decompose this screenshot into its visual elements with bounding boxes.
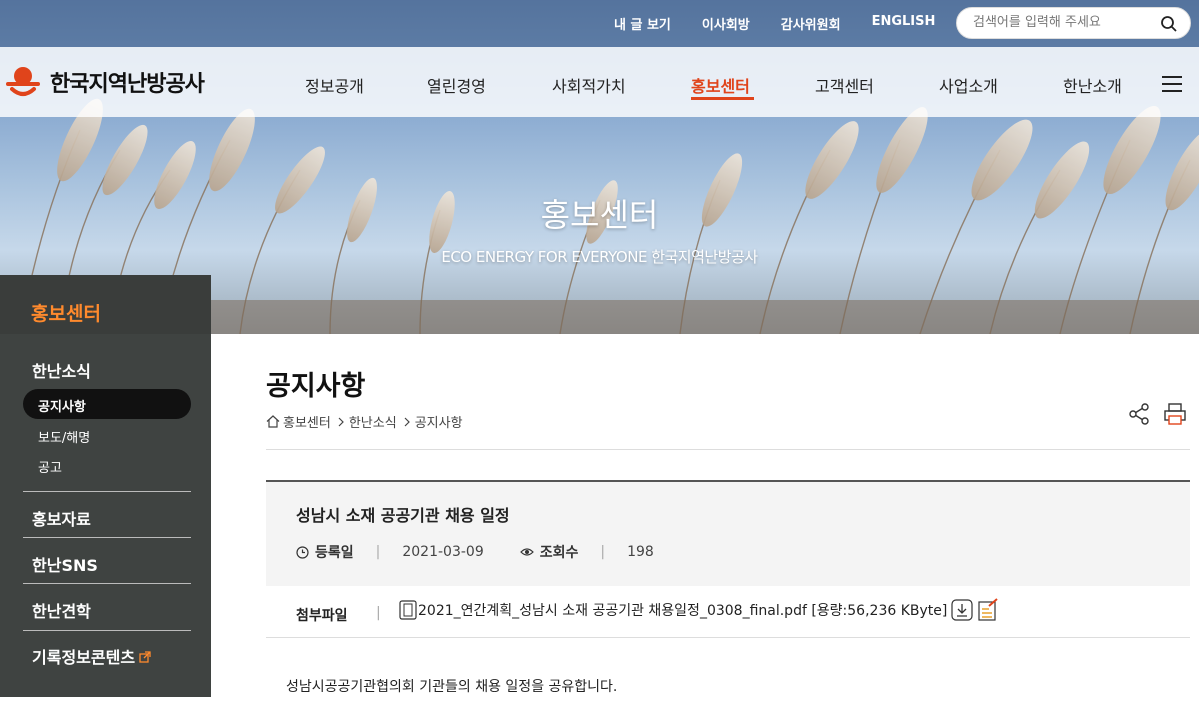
attachment-row: 첨부파일 | 2021_연간계획_성남시 소재 공공기관 채용일정_0308_f…	[266, 586, 1190, 638]
attach-separator: |	[376, 605, 381, 621]
gnb-item-info-disclosure[interactable]: 정보공개	[305, 73, 364, 97]
global-navigation: 한국지역난방공사 정보공개 열린경영 사회적가치 홍보센터 고객센터 사업소개 …	[0, 47, 1199, 117]
gnb-item-about[interactable]: 한난소개	[1063, 73, 1122, 97]
breadcrumb-item[interactable]: 홍보센터	[283, 412, 331, 431]
clock-icon	[296, 545, 309, 559]
post-views: 198	[627, 544, 654, 560]
hamburger-menu-icon[interactable]	[1162, 76, 1182, 92]
page-title: 공지사항	[266, 371, 366, 402]
print-icon[interactable]	[1163, 402, 1187, 426]
hero-title: 홍보센터	[540, 196, 659, 234]
left-navigation: 홍보센터 한난소식 공지사항 보도/해명 공고 홍보자료 한난SNS 한난견학 …	[0, 275, 211, 697]
kdhc-logo-icon	[6, 67, 40, 96]
divider	[266, 449, 1190, 450]
document-icon	[399, 600, 417, 620]
preview-icon[interactable]	[977, 598, 999, 622]
utility-link-my-posts[interactable]: 내 글 보기	[614, 14, 671, 33]
gnb-item-business[interactable]: 사업소개	[939, 73, 998, 97]
attachment-filename[interactable]: 2021_연간계획_성남시 소재 공공기관 채용일정_0308_final.pd…	[418, 600, 947, 620]
utility-link-audit-committee[interactable]: 감사위원회	[781, 14, 841, 33]
gnb-active-underline	[691, 97, 754, 100]
eye-icon	[519, 548, 534, 556]
meta-separator: |	[600, 544, 606, 560]
breadcrumb-item[interactable]: 한난소식	[349, 412, 397, 431]
search-icon[interactable]	[1160, 15, 1178, 33]
share-icon[interactable]	[1127, 402, 1151, 426]
post-meta: 등록일 | 2021-03-09 조회수 | 198	[296, 542, 654, 562]
meta-separator: |	[375, 544, 381, 560]
lnb-section-tour[interactable]: 한난견학	[32, 598, 91, 622]
post-date: 2021-03-09	[402, 544, 484, 560]
lnb-header: 홍보센터	[0, 275, 211, 334]
lnb-section-sns[interactable]: 한난SNS	[32, 552, 98, 576]
logo-text: 한국지역난방공사	[50, 72, 205, 97]
gnb-item-open-management[interactable]: 열린경영	[427, 73, 486, 97]
breadcrumb-item[interactable]: 공지사항	[415, 412, 463, 431]
post-body: 성남시공공기관협의회 기관들의 채용 일정을 공유합니다.	[286, 679, 618, 695]
lnb-section-archive[interactable]: 기록정보콘텐츠	[32, 644, 151, 668]
main-content: 공지사항 홍보센터 한난소식 공지사항 성남시 소재 공공기관 채용 일정 등록…	[211, 334, 1199, 714]
lnb-section-news[interactable]: 한난소식	[32, 358, 91, 382]
attachment-file: 2021_연간계획_성남시 소재 공공기관 채용일정_0308_final.pd…	[398, 598, 999, 622]
post-title: 성남시 소재 공공기관 채용 일정	[296, 506, 510, 525]
lnb-section-archive-label: 기록정보콘텐츠	[32, 648, 136, 667]
views-label: 조회수	[539, 545, 579, 561]
chevron-right-icon	[404, 417, 410, 426]
search-input[interactable]	[973, 15, 1153, 30]
date-label: 등록일	[315, 545, 354, 561]
lnb-section-pr-materials[interactable]: 홍보자료	[32, 506, 91, 530]
lnb-divider	[23, 630, 191, 631]
lnb-item-press[interactable]: 보도/해명	[23, 420, 191, 450]
utility-link-board-room[interactable]: 이사회방	[702, 14, 750, 33]
utility-links: 내 글 보기 이사회방 감사위원회 ENGLISH	[614, 14, 966, 33]
gnb-item-pr-center[interactable]: 홍보센터	[691, 73, 750, 97]
post-header: 성남시 소재 공공기관 채용 일정 등록일 | 2021-03-09 조회수 |…	[266, 480, 1190, 586]
home-icon[interactable]	[266, 415, 280, 428]
chevron-right-icon	[338, 417, 344, 426]
lnb-divider	[23, 537, 191, 538]
gnb-item-social-value[interactable]: 사회적가치	[552, 73, 626, 97]
gnb-item-customer-center[interactable]: 고객센터	[815, 73, 874, 97]
page-tools	[1127, 402, 1187, 426]
external-link-icon	[139, 651, 151, 663]
lnb-divider	[23, 583, 191, 584]
lnb-item-announcement[interactable]: 공고	[23, 450, 191, 480]
search-box	[956, 7, 1191, 39]
hero-subtitle: ECO ENERGY FOR EVERYONE 한국지역난방공사	[441, 248, 758, 266]
lnb-divider	[23, 491, 191, 492]
lnb-item-notice[interactable]: 공지사항	[23, 389, 191, 419]
download-icon[interactable]	[951, 599, 973, 621]
attach-label: 첨부파일	[296, 608, 348, 624]
utility-link-english[interactable]: ENGLISH	[872, 14, 936, 33]
lnb-header-title: 홍보센터	[31, 303, 101, 325]
logo[interactable]: 한국지역난방공사	[4, 65, 205, 99]
utility-bar: 내 글 보기 이사회방 감사위원회 ENGLISH	[0, 0, 1199, 47]
breadcrumb: 홍보센터 한난소식 공지사항	[266, 412, 469, 431]
